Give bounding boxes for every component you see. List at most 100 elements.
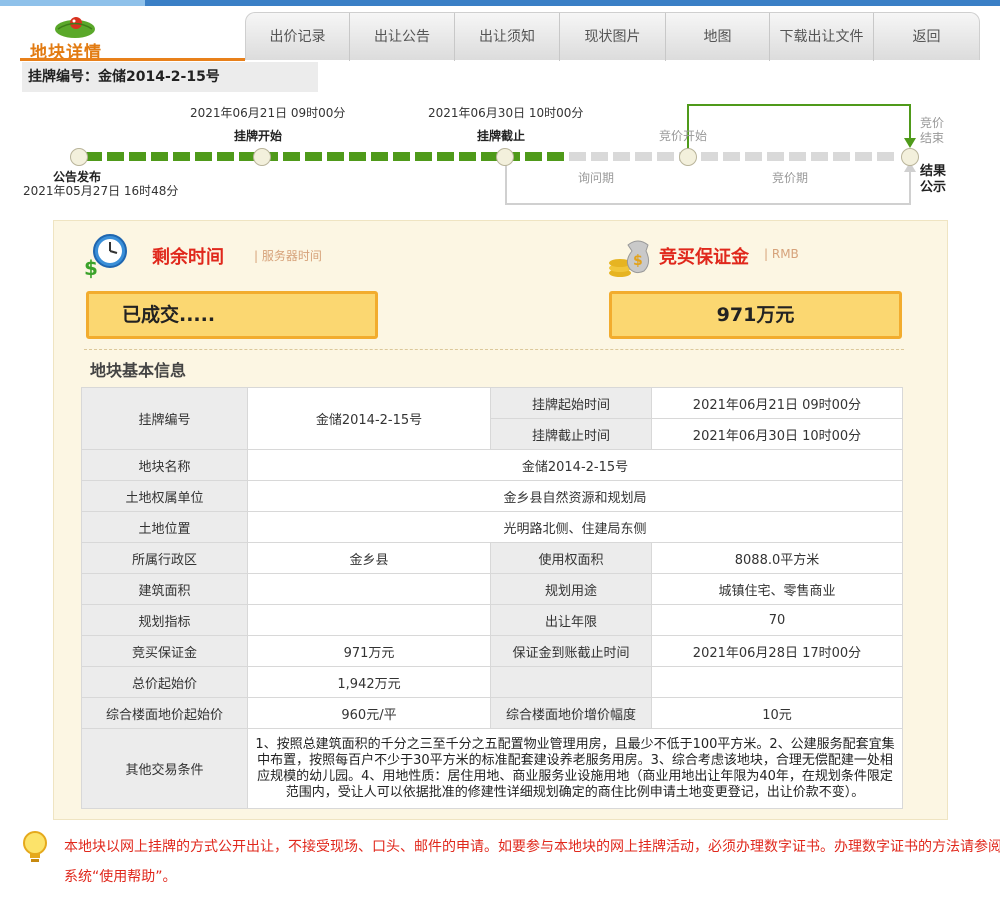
nav-notice[interactable]: 出让须知 [455, 13, 560, 61]
progress-segment [767, 152, 784, 161]
result-label: 结果公示 [920, 164, 947, 195]
bidding-period-label: 竞价期 [772, 171, 809, 185]
progress-segment [173, 152, 190, 161]
nav-bar: 出价记录 出让公告 出让须知 现状图片 地图 下载出让文件 返回 [245, 12, 980, 61]
progress-segment [195, 152, 212, 161]
nav-bid-records[interactable]: 出价记录 [246, 13, 350, 61]
table-row: 地块名称 金储2014-2-15号 [81, 449, 903, 481]
end-time-value: 2021年06月30日 10时00分 [651, 418, 903, 450]
end-time-label: 挂牌截止时间 [490, 418, 652, 450]
build-area-value [247, 573, 491, 605]
listing-code: 挂牌编号：金储2014-2-15号 [22, 62, 318, 92]
progress-segment [745, 152, 762, 161]
nav-map[interactable]: 地图 [666, 13, 770, 61]
increment-value: 10元 [651, 697, 903, 729]
lightbulb-icon [23, 831, 47, 862]
progress-segment [305, 152, 322, 161]
start-time-label: 挂牌起始时间 [490, 387, 652, 419]
district-value: 金乡县 [247, 542, 491, 574]
floor-price-label: 综合楼面地价起始价 [81, 697, 248, 729]
area-label: 使用权面积 [490, 542, 652, 574]
years-value: 70 [651, 604, 903, 636]
deposit-sub: | RMB [764, 247, 799, 261]
deposit-deadline-label: 保证金到账截止时间 [490, 635, 652, 667]
milestone-dot-result [901, 148, 919, 166]
announce-time: 2021年05月27日 16时48分 [23, 184, 179, 198]
bidding-end-label: 竞价结束 [920, 116, 945, 145]
table-row: 规划指标 出让年限 70 [81, 604, 903, 636]
table-row: 其他交易条件 1、按照总建筑面积的千分之三至千分之五配置物业管理用房，且最少不低… [81, 728, 903, 809]
info-title: 地块基本信息 [90, 361, 187, 380]
money-bag-icon: $ [609, 240, 650, 277]
increment-label: 综合楼面地价增价幅度 [490, 697, 652, 729]
nav-announcement[interactable]: 出让公告 [350, 13, 455, 61]
table-row: 土地位置 光明路北侧、住建局东侧 [81, 511, 903, 543]
empty-label-cell [490, 666, 652, 698]
progress-segment [701, 152, 718, 161]
progress-segment [107, 152, 124, 161]
empty-value-cell [651, 666, 903, 698]
milestone-dot-bidding-start [679, 148, 697, 166]
listing-start-label: 挂牌开始 [234, 129, 283, 143]
index-value [247, 604, 491, 636]
timeline: 2021年06月21日 09时00分 挂牌开始 2021年06月30日 10时0… [0, 96, 1000, 208]
location-label: 土地位置 [81, 511, 248, 543]
inquiry-period-label: 询问期 [578, 171, 615, 185]
nav-download[interactable]: 下载出让文件 [770, 13, 874, 61]
divider [84, 349, 904, 350]
nav-back[interactable]: 返回 [874, 13, 979, 61]
milestone-dot-announce [70, 148, 88, 166]
svg-text:$: $ [633, 253, 643, 269]
area-value: 8088.0平方米 [651, 542, 903, 574]
top-bar-tab [0, 0, 145, 6]
progress-segment [635, 152, 652, 161]
progress-segment [833, 152, 850, 161]
owner-label: 土地权属单位 [81, 480, 248, 512]
progress-segment [877, 152, 894, 161]
remaining-time-sub: | 服务器时间 [254, 249, 322, 263]
notice-text: 本地块以网上挂牌的方式公开出让，不接受现场、口头、邮件的申请。如要参与本地块的网… [64, 839, 1000, 885]
progress-segment [547, 152, 564, 161]
build-area-label: 建筑面积 [81, 573, 248, 605]
nav-photos[interactable]: 现状图片 [560, 13, 666, 61]
progress-segment [437, 152, 454, 161]
progress-segment [217, 152, 234, 161]
progress-segment [855, 152, 872, 161]
listing-end-label: 挂牌截止 [477, 129, 526, 143]
progress-segment [327, 152, 344, 161]
progress-segment [129, 152, 146, 161]
info-table: 挂牌编号 金储2014-2-15号 挂牌起始时间 2021年06月21日 09时… [81, 387, 903, 809]
start-price-label: 总价起始价 [81, 666, 248, 698]
location-value: 光明路北侧、住建局东侧 [247, 511, 903, 543]
progress-segment [613, 152, 630, 161]
milestone-dot-listing-end [496, 148, 514, 166]
progress-segment [349, 152, 366, 161]
table-row: 挂牌编号 金储2014-2-15号 挂牌起始时间 2021年06月21日 09时… [81, 387, 903, 450]
table-row: 土地权属单位 金乡县自然资源和规划局 [81, 480, 903, 512]
progress-segment [657, 152, 674, 161]
main-panel: $ 剩余时间 | 服务器时间 $ 竞买保证金 | RMB 已成交..... 97… [53, 220, 948, 820]
usage-label: 规划用途 [490, 573, 652, 605]
progress-segment [459, 152, 476, 161]
table-row: 建筑面积 规划用途 城镇住宅、零售商业 [81, 573, 903, 605]
notice: 本地块以网上挂牌的方式公开出让，不接受现场、口头、邮件的申请。如要参与本地块的网… [20, 830, 1000, 894]
bidding-start-label: 竞价开始 [659, 129, 708, 143]
floor-price-value: 960元/平 [247, 697, 491, 729]
start-price-value: 1,942万元 [247, 666, 491, 698]
logo: 地块详情 [22, 12, 152, 63]
usage-value: 城镇住宅、零售商业 [651, 573, 903, 605]
table-row: 竞买保证金 971万元 保证金到账截止时间 2021年06月28日 17时00分 [81, 635, 903, 667]
remaining-time-title: 剩余时间 [152, 247, 224, 268]
deposit-label: 竞买保证金 [81, 635, 248, 667]
deposit-value: 971万元 [247, 635, 491, 667]
table-row: 综合楼面地价起始价 960元/平 综合楼面地价增价幅度 10元 [81, 697, 903, 729]
progress-segment [371, 152, 388, 161]
milestone-dot-listing-start [253, 148, 271, 166]
progress-segment [811, 152, 828, 161]
progress-segment [789, 152, 806, 161]
other-conditions-label: 其他交易条件 [81, 728, 248, 809]
progress-segment [283, 152, 300, 161]
deposit-box: 971万元 [609, 291, 902, 339]
top-bar [0, 0, 1000, 6]
deposit-deadline-value: 2021年06月28日 17时00分 [651, 635, 903, 667]
